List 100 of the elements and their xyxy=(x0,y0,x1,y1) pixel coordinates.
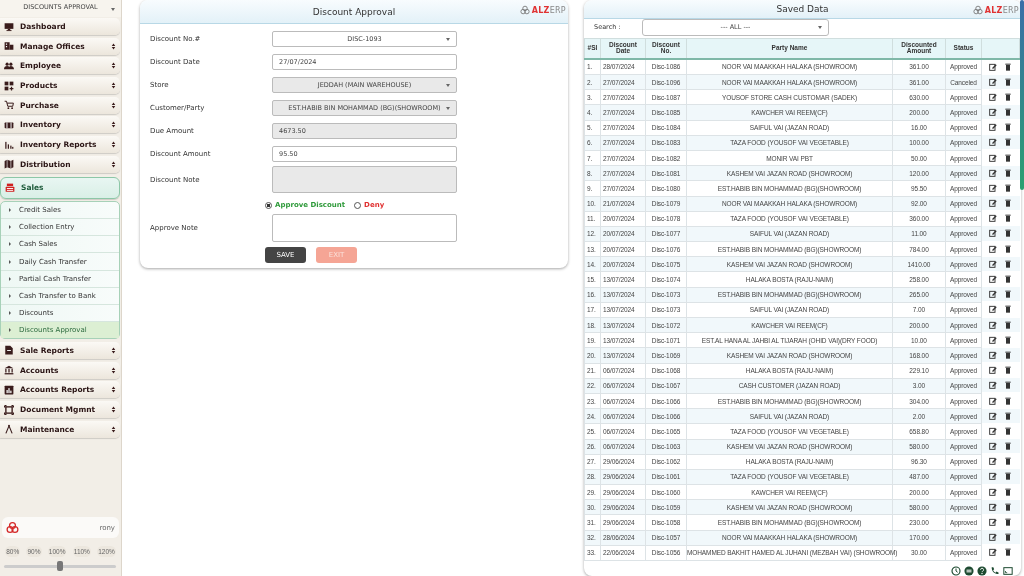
expand-toggle-icon xyxy=(111,121,116,129)
trash-icon[interactable] xyxy=(1004,290,1013,299)
edit-icon[interactable] xyxy=(989,457,998,466)
grid-icon xyxy=(4,80,14,91)
trash-icon[interactable] xyxy=(1004,548,1013,557)
map-icon xyxy=(4,159,14,170)
edit-icon[interactable] xyxy=(989,214,998,223)
trash-icon[interactable] xyxy=(1004,123,1013,132)
edit-icon[interactable] xyxy=(989,548,998,557)
trash-icon[interactable] xyxy=(1004,381,1013,390)
edit-icon[interactable] xyxy=(989,168,998,177)
trefoil-logo-icon xyxy=(972,5,983,15)
expand-toggle-icon xyxy=(111,406,116,413)
edit-icon[interactable] xyxy=(989,335,998,344)
expand-toggle-icon xyxy=(111,82,116,90)
edit-icon[interactable] xyxy=(989,533,998,542)
trash-icon[interactable] xyxy=(1004,199,1013,208)
edit-icon[interactable] xyxy=(989,275,998,284)
trash-icon[interactable] xyxy=(1004,229,1013,238)
trash-icon[interactable] xyxy=(1004,426,1013,435)
edit-icon[interactable] xyxy=(989,350,998,359)
caret-icon xyxy=(446,106,450,110)
trash-icon[interactable] xyxy=(1004,275,1013,284)
edit-icon[interactable] xyxy=(989,502,998,511)
trash-icon[interactable] xyxy=(1004,153,1013,162)
bank-icon xyxy=(4,365,14,376)
trefoil-logo-icon xyxy=(519,5,530,15)
trash-icon[interactable] xyxy=(1004,320,1013,329)
edit-icon[interactable] xyxy=(989,411,998,420)
bar-chart-icon xyxy=(4,139,14,150)
trash-icon[interactable] xyxy=(1004,62,1013,71)
document-icon xyxy=(4,345,14,356)
radio-button[interactable] xyxy=(265,201,272,209)
edit-icon[interactable] xyxy=(989,442,998,451)
trash-icon[interactable] xyxy=(1004,396,1013,405)
edit-icon[interactable] xyxy=(989,305,998,314)
radio-button[interactable] xyxy=(354,201,362,209)
edit-icon[interactable] xyxy=(989,138,998,147)
swap-circle-icon[interactable] xyxy=(964,566,974,576)
edit-icon[interactable] xyxy=(989,396,998,405)
edit-icon[interactable] xyxy=(989,77,998,86)
help-icon[interactable] xyxy=(977,566,987,576)
trash-icon[interactable] xyxy=(1004,305,1013,314)
trash-icon[interactable] xyxy=(1004,366,1013,375)
edit-icon[interactable] xyxy=(989,381,998,390)
trash-icon[interactable] xyxy=(1004,487,1013,496)
caret-icon xyxy=(446,37,450,41)
trash-icon[interactable] xyxy=(1004,92,1013,101)
edit-icon[interactable] xyxy=(989,320,998,329)
edit-icon[interactable] xyxy=(989,107,998,116)
edit-icon[interactable] xyxy=(989,426,998,435)
edit-icon[interactable] xyxy=(989,92,998,101)
building-icon xyxy=(4,41,14,52)
fullscreen-icon[interactable] xyxy=(1003,566,1013,576)
trash-icon[interactable] xyxy=(1004,350,1013,359)
trefoil-logo-icon xyxy=(6,521,19,534)
expand-toggle-icon xyxy=(111,386,116,394)
edit-icon[interactable] xyxy=(989,290,998,299)
edit-icon[interactable] xyxy=(989,518,998,527)
trash-icon[interactable] xyxy=(1004,77,1013,86)
trash-icon[interactable] xyxy=(1004,411,1013,420)
expand-toggle-icon xyxy=(111,425,116,433)
edit-icon[interactable] xyxy=(989,487,998,496)
expand-toggle-icon xyxy=(111,346,116,354)
expand-toggle-icon xyxy=(111,366,116,374)
edit-icon[interactable] xyxy=(989,123,998,132)
card-title: Saved Data xyxy=(776,3,829,14)
card-title: Discount Approval xyxy=(312,6,396,17)
edit-icon[interactable] xyxy=(989,472,998,481)
trash-icon[interactable] xyxy=(1004,502,1013,511)
edit-icon[interactable] xyxy=(989,259,998,268)
edit-icon[interactable] xyxy=(989,366,998,375)
edit-icon[interactable] xyxy=(989,199,998,208)
trash-icon[interactable] xyxy=(1004,244,1013,253)
edit-icon[interactable] xyxy=(989,183,998,192)
trash-icon[interactable] xyxy=(1004,457,1013,466)
trash-icon[interactable] xyxy=(1004,138,1013,147)
expand-toggle-icon xyxy=(111,141,116,149)
phone-icon[interactable] xyxy=(990,566,1000,576)
zoom-slider-thumb[interactable] xyxy=(57,561,63,571)
scrollbar[interactable] xyxy=(1020,0,1024,190)
trash-icon[interactable] xyxy=(1004,259,1013,268)
trash-icon[interactable] xyxy=(1004,533,1013,542)
edit-icon[interactable] xyxy=(989,62,998,71)
edit-icon[interactable] xyxy=(989,244,998,253)
trash-icon[interactable] xyxy=(1004,183,1013,192)
compass-icon xyxy=(4,424,14,435)
clock-icon[interactable] xyxy=(951,566,961,576)
trash-icon[interactable] xyxy=(1004,518,1013,527)
edit-icon[interactable] xyxy=(989,229,998,238)
edit-icon[interactable] xyxy=(989,153,998,162)
trash-icon[interactable] xyxy=(1004,442,1013,451)
trash-icon[interactable] xyxy=(1004,472,1013,481)
trash-icon[interactable] xyxy=(1004,168,1013,177)
expand-toggle-icon xyxy=(111,42,116,50)
cart-icon xyxy=(4,100,14,111)
trash-icon[interactable] xyxy=(1004,214,1013,223)
trash-icon[interactable] xyxy=(1004,107,1013,116)
frame-icon xyxy=(4,404,14,415)
trash-icon[interactable] xyxy=(1004,335,1013,344)
